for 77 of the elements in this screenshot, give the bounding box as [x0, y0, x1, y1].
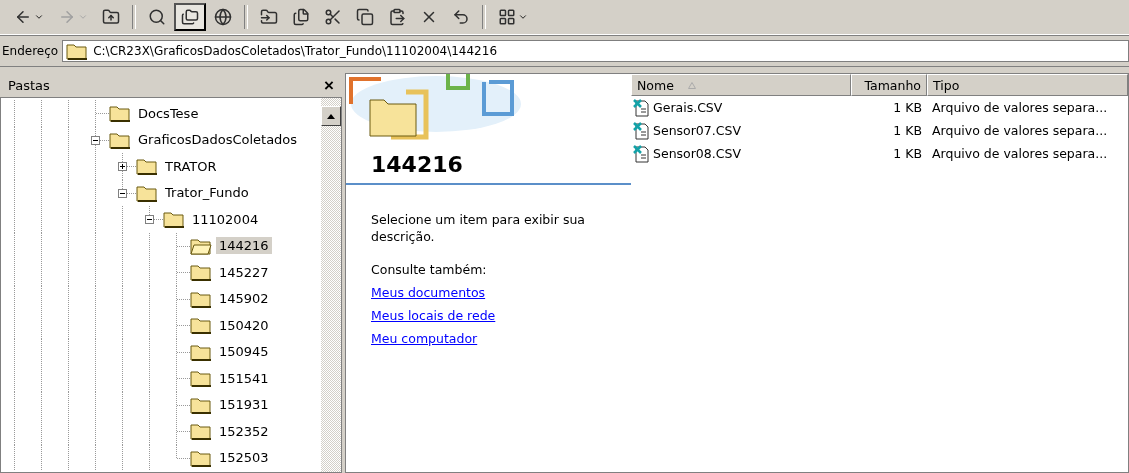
- expand-icon[interactable]: [118, 162, 127, 172]
- csv-file-icon: [633, 98, 651, 117]
- description-text: Selecione um item para exibir sua descrição.: [370, 211, 586, 245]
- folders-icon: [181, 8, 199, 26]
- file-size: 1 KB: [892, 100, 923, 115]
- scroll-up-button[interactable]: [321, 106, 341, 126]
- collapse-icon[interactable]: [91, 135, 100, 145]
- address-field[interactable]: C:\CR23X\GraficosDadosColetados\Trator_Fundo\11102004\144216: [62, 40, 1129, 62]
- file-name[interactable]: Sensor07.CSV: [653, 123, 741, 138]
- caret-icon: [78, 12, 88, 22]
- clipboard-icon: [388, 8, 406, 26]
- see-also-label: Consulte também:: [370, 261, 488, 277]
- folder-icon: [190, 342, 212, 361]
- tree-item[interactable]: GraficosDadosColetados: [135, 131, 301, 149]
- file-size: 1 KB: [892, 123, 923, 138]
- scrollbar[interactable]: [321, 98, 341, 472]
- folder-icon: [190, 316, 212, 335]
- folder-icon: [109, 104, 131, 123]
- tree-item[interactable]: 145902: [216, 290, 272, 308]
- globe-icon: [214, 8, 232, 26]
- folder-icon: [136, 157, 158, 176]
- folder-icon: [190, 289, 212, 308]
- folder-icon: [190, 448, 212, 467]
- file-type: Arquivo de valores separa...: [931, 146, 1109, 161]
- close-button[interactable]: ×: [322, 76, 336, 94]
- tree-item[interactable]: 150945: [216, 343, 272, 361]
- tree-item[interactable]: 150420: [216, 316, 272, 334]
- folder-icon: [66, 42, 89, 60]
- tree-item[interactable]: TRATOR: [162, 157, 220, 175]
- grid-icon: [498, 8, 516, 26]
- csv-file-icon: [633, 121, 651, 140]
- file-type: Arquivo de valores separa...: [931, 123, 1109, 138]
- address-label: Endereço: [2, 44, 59, 58]
- tree-item[interactable]: 151931: [216, 396, 272, 414]
- pane-title: Pastas: [8, 77, 50, 93]
- file-name[interactable]: Gerais.CSV: [653, 100, 723, 115]
- folder-icon: [190, 395, 212, 414]
- folder-icon: [190, 422, 212, 441]
- folder-icon: [109, 130, 131, 149]
- tree-item[interactable]: 144216: [216, 237, 272, 255]
- file-size: 1 KB: [892, 146, 923, 161]
- tree-item[interactable]: 145227: [216, 263, 272, 281]
- undo-icon: [452, 8, 470, 26]
- folder-up-icon: [102, 8, 120, 26]
- files-icon: [292, 8, 310, 26]
- folders-button[interactable]: [174, 3, 206, 31]
- caret-icon: [518, 12, 528, 22]
- link[interactable]: Meus documentos: [371, 285, 486, 300]
- scissors-icon: [324, 8, 342, 26]
- csv-file-icon: [633, 144, 651, 163]
- link[interactable]: Meu computador: [371, 331, 478, 346]
- column-header[interactable]: Tamanho: [851, 74, 927, 96]
- tree-item[interactable]: 152503: [216, 449, 272, 467]
- open-folder-icon: [190, 236, 212, 255]
- tree-item[interactable]: 151541: [216, 369, 272, 387]
- folder-icon: [190, 369, 212, 388]
- search-icon: [148, 8, 166, 26]
- caret-icon: [34, 12, 44, 22]
- file-name[interactable]: Sensor08.CSV: [653, 146, 741, 161]
- copy-icon: [356, 8, 374, 26]
- tree-item[interactable]: DocsTese: [135, 104, 202, 122]
- arrow-right-icon: [58, 8, 76, 26]
- up-triangle-icon: [327, 113, 335, 119]
- folder-title: 144216: [346, 144, 631, 185]
- tree-item[interactable]: Trator_Fundo: [162, 184, 252, 202]
- folder-arrow-icon: [260, 8, 278, 26]
- column-header[interactable]: Tipo: [927, 74, 1128, 96]
- collapse-icon[interactable]: [145, 215, 154, 225]
- folder-icon: [190, 263, 212, 282]
- column-header[interactable]: Nome: [631, 74, 851, 96]
- link[interactable]: Meus locais de rede: [371, 308, 496, 323]
- tree-item[interactable]: 152352: [216, 422, 272, 440]
- folder-icon: [163, 210, 185, 229]
- tree-item[interactable]: 11102004: [189, 210, 262, 228]
- collapse-icon[interactable]: [118, 188, 127, 198]
- file-type: Arquivo de valores separa...: [931, 100, 1109, 115]
- folder-icon: [136, 183, 158, 202]
